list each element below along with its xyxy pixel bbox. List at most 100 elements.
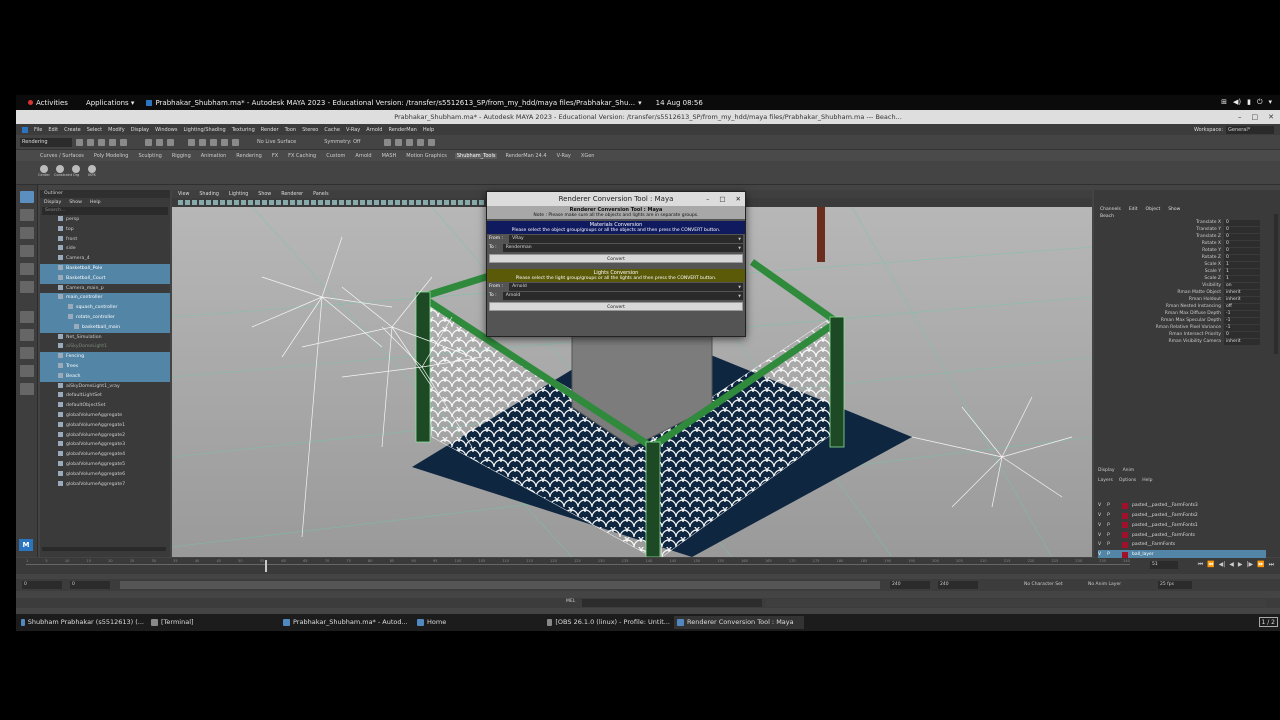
taskbar-item[interactable]: [Terminal] <box>148 616 276 629</box>
channel-attribute-value[interactable]: inherit <box>1224 297 1260 303</box>
channel-attribute[interactable]: Translate X0 <box>1096 220 1266 226</box>
outliner-row[interactable]: front <box>40 235 170 245</box>
lights-convert-button[interactable]: Convert <box>489 302 743 311</box>
open-scene-icon[interactable] <box>87 138 94 146</box>
animation-start-field[interactable]: 0 <box>22 581 62 589</box>
viewport-tool-icon[interactable] <box>381 200 386 205</box>
layer-visibility-toggle[interactable]: V <box>1098 503 1101 508</box>
snap-point-icon[interactable] <box>210 138 217 146</box>
system-tray[interactable]: ⊞ ◀) ▮ ⏻ ▾ <box>1221 98 1272 107</box>
channel-attribute-value[interactable]: 0 <box>1224 332 1260 338</box>
viewport-tool-icon[interactable] <box>353 200 358 205</box>
channel-attribute[interactable]: Scale X1 <box>1096 262 1266 268</box>
viewport-menu-lighting[interactable]: Lighting <box>229 192 248 197</box>
outliner-row[interactable]: Camera_main_p <box>40 284 170 294</box>
channel-attribute-value[interactable]: off <box>1224 304 1260 310</box>
viewport-menu-panels[interactable]: Panels <box>313 192 328 197</box>
close-icon[interactable]: ✕ <box>1268 110 1274 124</box>
paint-select-icon[interactable] <box>19 227 34 239</box>
move-tool-icon[interactable] <box>19 245 34 257</box>
cb-menu-object[interactable]: Object <box>1146 207 1161 212</box>
layer-color-swatch[interactable] <box>1122 522 1128 529</box>
menu-render[interactable]: Render <box>261 127 279 133</box>
viewport-tool-icon[interactable] <box>402 200 407 205</box>
lights-from-dropdown[interactable]: Arnold <box>509 282 743 291</box>
live-surface-field[interactable]: No Live Surface <box>257 139 296 145</box>
materials-from-dropdown[interactable]: VRay <box>509 234 743 243</box>
lasso-tool-icon[interactable] <box>19 209 34 221</box>
outliner-row[interactable]: globalVolumeAggregate1 <box>40 421 170 431</box>
search-icon[interactable] <box>19 383 34 395</box>
menu-toon[interactable]: Toon <box>285 127 297 133</box>
cb-menu-edit[interactable]: Edit <box>1129 207 1138 212</box>
shelf-tab[interactable]: Sculpting <box>136 153 163 159</box>
battery-icon[interactable]: ▮ <box>1247 98 1251 107</box>
viewport-tool-icon[interactable] <box>360 200 365 205</box>
outliner-menu-display[interactable]: Display <box>44 200 61 205</box>
layer-playback-toggle[interactable]: P <box>1107 503 1110 508</box>
channel-attribute[interactable]: Visibility on <box>1096 283 1266 289</box>
applications-menu[interactable]: Applications ▾ <box>86 99 135 107</box>
layer-menu-options[interactable]: Options <box>1119 478 1136 483</box>
minimize-icon[interactable]: – <box>1238 110 1242 124</box>
single-pane-icon[interactable] <box>19 311 34 323</box>
shelf-tab[interactable]: Poly Modeling <box>92 153 131 159</box>
outliner-menu-help[interactable]: Help <box>90 200 101 205</box>
volume-icon[interactable]: ◀) <box>1233 98 1241 107</box>
step-forward-key-icon[interactable]: ⏩ <box>1257 561 1264 569</box>
shelf-tab[interactable]: RenderMan 24.4 <box>503 153 548 159</box>
workspace-selector[interactable]: Workspace: General* <box>1194 125 1274 134</box>
viewport-tool-icon[interactable] <box>409 200 414 205</box>
shelf-tab[interactable]: FX Caching <box>286 153 318 159</box>
maya-window-titlebar[interactable]: Prabhakar_Shubham.ma* - Autodesk MAYA 20… <box>16 110 1280 124</box>
channel-attribute[interactable]: Rman Matte Object inherit <box>1096 290 1266 296</box>
viewport-tool-icon[interactable] <box>444 200 449 205</box>
outliner-row[interactable]: defaultObjectSet <box>40 401 170 411</box>
materials-to-dropdown[interactable]: Renderman <box>502 243 743 252</box>
command-language-label[interactable]: MEL <box>566 599 575 604</box>
viewport-tool-icon[interactable] <box>192 200 197 205</box>
shelf-ikfk-button[interactable]: IKFK <box>86 165 98 179</box>
symmetry-dropdown[interactable]: Symmetry: Off <box>324 139 360 145</box>
viewport-menu-show[interactable]: Show <box>258 192 271 197</box>
taskbar-item[interactable]: Shubham Prabhakar (s5512613) (... <box>18 616 144 629</box>
menu-renderman[interactable]: RenderMan <box>388 127 416 133</box>
play-forward-icon[interactable]: ▶ <box>1238 561 1243 569</box>
channel-attribute-value[interactable]: on <box>1224 283 1260 289</box>
shelf-tab[interactable]: FX <box>270 153 280 159</box>
layer-color-swatch[interactable] <box>1122 502 1128 509</box>
outliner-row[interactable]: Camera_4 <box>40 254 170 264</box>
outliner-row[interactable]: rotate_controller <box>40 312 170 323</box>
timeline-track[interactable] <box>26 564 1130 570</box>
layer-menu-layers[interactable]: Layers <box>1098 478 1113 483</box>
viewport-tool-icon[interactable] <box>304 200 309 205</box>
channel-attribute[interactable]: Translate Y0 <box>1096 227 1266 233</box>
minimize-icon[interactable]: – <box>706 192 709 206</box>
menu-display[interactable]: Display <box>131 127 149 133</box>
viewport-menu-renderer[interactable]: Renderer <box>281 192 303 197</box>
viewport-tool-icon[interactable] <box>276 200 281 205</box>
network-icon[interactable]: ⊞ <box>1221 98 1227 107</box>
viewport-tool-icon[interactable] <box>437 200 442 205</box>
viewport-menu-view[interactable]: View <box>178 192 189 197</box>
step-back-icon[interactable]: ◀| <box>1219 561 1226 569</box>
viewport-tool-icon[interactable] <box>416 200 421 205</box>
display-layer-row[interactable]: V Ppasted__pasted__FarmFonts <box>1098 530 1266 540</box>
menu-cache[interactable]: Cache <box>324 127 340 133</box>
clock[interactable]: 14 Aug 08:56 <box>656 99 703 107</box>
viewport-tool-icon[interactable] <box>206 200 211 205</box>
display-layer-row[interactable]: V Ppasted__pasted__FarmFonts2 <box>1098 511 1266 521</box>
viewport-tool-icon[interactable] <box>220 200 225 205</box>
viewport-tool-icon[interactable] <box>367 200 372 205</box>
menu-texturing[interactable]: Texturing <box>232 127 255 133</box>
shelf-tab[interactable]: MASH <box>380 153 399 159</box>
taskbar-item[interactable]: [OBS 26.1.0 (linux) - Profile: Untit... <box>544 616 670 629</box>
chevron-down-icon[interactable]: ▾ <box>1268 98 1272 107</box>
viewport-tool-icon[interactable] <box>199 200 204 205</box>
viewport-tool-icon[interactable] <box>262 200 267 205</box>
menu-select[interactable]: Select <box>87 127 102 133</box>
dialog-titlebar[interactable]: Renderer Conversion Tool : Maya – □ ✕ <box>487 192 745 206</box>
channel-attribute[interactable]: Translate Z0 <box>1096 234 1266 240</box>
go-to-end-icon[interactable]: ⏭ <box>1269 561 1274 569</box>
outliner-row[interactable]: Net_Simulation <box>40 333 170 343</box>
